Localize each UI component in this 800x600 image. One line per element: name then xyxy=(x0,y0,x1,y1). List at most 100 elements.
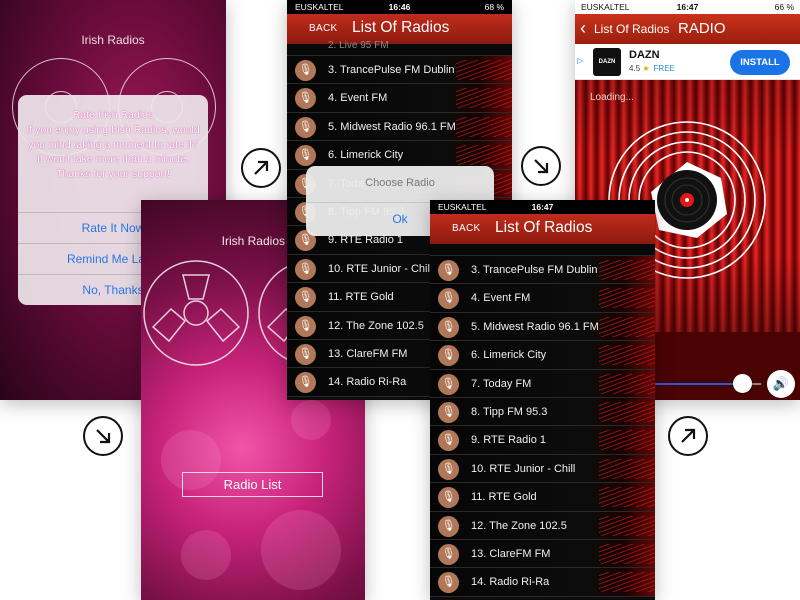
microphone-icon: 🎙 xyxy=(438,487,459,509)
radio-name: 3. TrancePulse FM Dublin xyxy=(471,264,598,276)
arrow-down-right-icon xyxy=(83,416,123,456)
list-item[interactable]: 🎙 9. RTE Radio 1 xyxy=(430,426,655,455)
red-streak-decoration xyxy=(599,401,655,422)
radio-name: 4. Event FM xyxy=(328,92,388,105)
back-button[interactable]: BACK xyxy=(452,223,480,234)
back-button[interactable]: List Of Radios xyxy=(594,22,669,36)
chevron-left-icon[interactable]: ‹ xyxy=(580,18,586,39)
install-button[interactable]: INSTALL xyxy=(730,50,790,75)
radio-name: 14. Radio Ri-Ra xyxy=(328,376,407,389)
radio-name: 6. Limerick City xyxy=(328,149,404,162)
radio-list-button[interactable]: Radio List xyxy=(182,472,323,497)
radio-name: 8. Tipp FM 95.3 xyxy=(471,405,548,418)
nav-header: BACK List Of Radios xyxy=(287,14,512,44)
page-title: List Of Radios xyxy=(495,219,593,236)
radio-list: 🎙 3. TrancePulse FM Dublin 🎙 4. Event FM 🎙 5.… xyxy=(430,244,655,597)
nav-header: ‹ List Of Radios RADIO xyxy=(575,14,800,44)
clock: 16:46 xyxy=(388,2,411,12)
radio-name: 12. The Zone 102.5 xyxy=(471,519,567,532)
radio-name: 13. ClareFM FM xyxy=(328,347,408,360)
microphone-icon: 🎙 xyxy=(295,60,316,81)
microphone-icon: 🎙 xyxy=(438,515,459,537)
app-title: Irish Radios xyxy=(221,234,285,248)
star-icon: ★ xyxy=(642,64,650,73)
red-streak-decoration xyxy=(599,288,655,309)
nav-header: BACK List Of Radios xyxy=(430,214,655,244)
arrow-down-right-icon xyxy=(521,146,561,186)
red-streak-decoration xyxy=(599,572,655,593)
app-screenshots-collage: Irish Radios Rate Irish Radios If you en… xyxy=(0,0,800,600)
radio-name: 6. Limerick City xyxy=(471,349,547,362)
dialog-title: Choose Radio xyxy=(365,177,435,189)
list-item[interactable]: 🎙 11. RTE Gold xyxy=(430,483,655,512)
microphone-icon: 🎙 xyxy=(438,288,459,310)
red-streak-decoration xyxy=(456,60,512,80)
microphone-icon: 🎙 xyxy=(295,287,316,309)
radio-name: 10. RTE Junior - Chill xyxy=(328,262,433,275)
page-title: RADIO xyxy=(678,20,726,37)
radio-list-screen: EUSKALTEL 16:47 BACK List Of Radios 🎙 3. … xyxy=(430,200,655,600)
ad-app-name: DAZN xyxy=(629,49,660,61)
status-bar: EUSKALTEL 16:46 68 % xyxy=(287,0,512,14)
radio-name: 12. The Zone 102.5 xyxy=(328,319,424,332)
radio-name: 11. RTE Gold xyxy=(328,291,394,304)
radio-name: 14. Radio Ri-Ra xyxy=(471,576,550,589)
radio-name: 5. Midwest Radio 96.1 FM xyxy=(471,320,599,333)
volume-up-icon[interactable]: 🔊 xyxy=(767,370,795,398)
radio-name: 13. ClareFM FM xyxy=(471,547,551,560)
red-streak-decoration xyxy=(599,430,655,451)
list-item[interactable]: 🎙 5. Midwest Radio 96.1 FM xyxy=(430,312,655,342)
radio-name: 9. RTE Radio 1 xyxy=(471,434,547,447)
ad-banner[interactable]: ▷ DAZN DAZN 4.5 ★ FREE INSTALL xyxy=(575,44,800,80)
list-item[interactable]: 🎙 5. Midwest Radio 96.1 FM xyxy=(287,112,512,142)
list-item[interactable]: 🎙 10. RTE Junior - Chill xyxy=(430,454,655,484)
volume-slider-knob[interactable] xyxy=(733,374,752,393)
red-streak-decoration xyxy=(599,543,655,564)
radio-name: 3. TrancePulse FM Dublin xyxy=(328,64,455,76)
radio-name: 11. RTE Gold xyxy=(471,491,537,504)
microphone-icon: 🎙 xyxy=(295,88,316,110)
loading-text: Loading... xyxy=(590,92,634,103)
microphone-icon: 🎙 xyxy=(295,258,316,280)
list-item[interactable]: 🎙 7. Today FM xyxy=(430,369,655,398)
radio-name: 5. Midwest Radio 96.1 FM xyxy=(328,120,456,133)
red-streak-decoration xyxy=(599,515,655,536)
microphone-icon: 🎙 xyxy=(438,401,459,423)
list-item-partial: 2. Live 95 FM xyxy=(287,40,512,56)
microphone-icon: 🎙 xyxy=(438,458,459,480)
list-item[interactable]: 🎙 3. TrancePulse FM Dublin xyxy=(430,256,655,285)
list-item[interactable]: 🎙 3. TrancePulse FM Dublin xyxy=(287,56,512,85)
radio-name: 10. RTE Junior - Chill xyxy=(471,462,576,475)
red-streak-decoration xyxy=(599,345,655,366)
red-streak-decoration xyxy=(456,116,512,137)
microphone-icon: 🎙 xyxy=(295,372,316,394)
list-item[interactable]: 🎙 8. Tipp FM 95.3 xyxy=(430,397,655,427)
page-title: List Of Radios xyxy=(352,19,450,36)
microphone-icon: 🎙 xyxy=(438,260,459,281)
back-button[interactable]: BACK xyxy=(309,23,337,34)
red-streak-decoration xyxy=(599,458,655,479)
red-streak-decoration xyxy=(456,88,512,109)
list-item[interactable]: 🎙 4. Event FM xyxy=(287,84,512,113)
list-item[interactable]: 🎙 14. Radio Ri-Ra xyxy=(430,568,655,597)
radio-name: 7. Today FM xyxy=(471,377,532,390)
status-bar: EUSKALTEL 16:47 xyxy=(430,200,655,214)
microphone-icon: 🎙 xyxy=(295,116,316,138)
ad-info-icon[interactable]: ▷ xyxy=(577,56,583,65)
list-item[interactable]: 🎙 4. Event FM xyxy=(430,284,655,313)
clock: 16:47 xyxy=(531,202,554,212)
microphone-icon: 🎙 xyxy=(295,145,316,167)
microphone-icon: 🎙 xyxy=(438,572,459,594)
battery-label: 66 % xyxy=(774,2,794,12)
list-item[interactable]: 🎙 6. Limerick City xyxy=(430,341,655,370)
list-item[interactable]: 🎙 13. ClareFM FM xyxy=(430,539,655,569)
microphone-icon: 🎙 xyxy=(438,430,459,452)
microphone-icon: 🎙 xyxy=(438,373,459,395)
red-streak-decoration xyxy=(599,260,655,280)
list-item[interactable]: 🎙 12. The Zone 102.5 xyxy=(430,511,655,540)
list-item-partial xyxy=(430,244,655,256)
arrow-up-right-icon xyxy=(668,416,708,456)
status-bar: EUSKALTEL 16:47 66 % xyxy=(575,0,800,14)
microphone-icon: 🎙 xyxy=(295,343,316,365)
arrow-up-right-icon xyxy=(241,148,281,188)
